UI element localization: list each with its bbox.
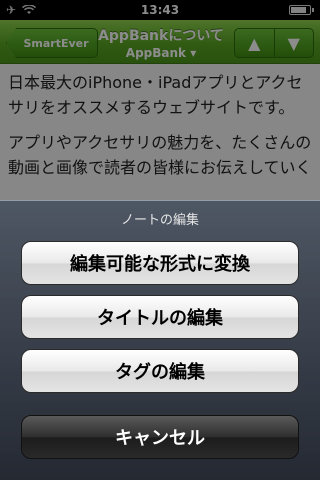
edit-title-button[interactable]: タイトルの編集 — [21, 295, 299, 339]
action-sheet: ノートの編集 編集可能な形式に変換 タイトルの編集 タグの編集 キャンセル — [0, 200, 320, 480]
action-sheet-title: ノートの編集 — [120, 213, 199, 228]
convert-editable-button[interactable]: 編集可能な形式に変換 — [21, 241, 299, 285]
edit-tags-button[interactable]: タグの編集 — [21, 349, 299, 393]
cancel-button[interactable]: キャンセル — [21, 415, 299, 459]
